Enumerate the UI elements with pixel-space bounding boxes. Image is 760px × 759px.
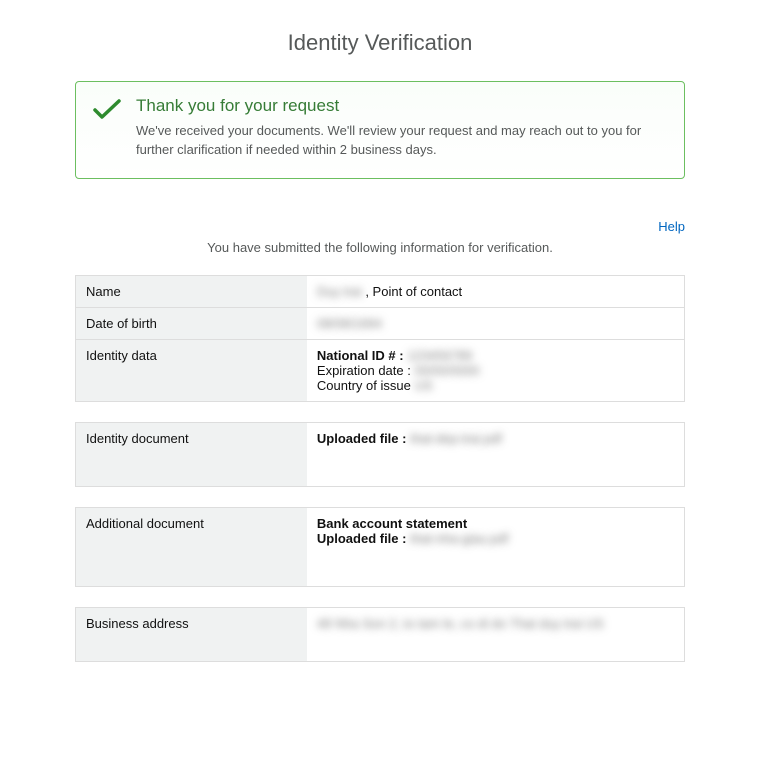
national-id-blurred: 123456789: [407, 348, 472, 363]
national-id-label: National ID # :: [317, 348, 407, 363]
identity-doc-table: Identity document Uploaded file : that-d…: [75, 422, 685, 487]
page-title: Identity Verification: [75, 30, 685, 56]
success-alert: Thank you for your request We've receive…: [75, 81, 685, 179]
uploaded-file-label-2: Uploaded file :: [317, 531, 410, 546]
biz-addr-line2: That duy trai: [510, 616, 582, 631]
additional-doc-label: Additional document: [76, 507, 307, 586]
additional-doc-type: Bank account statement: [317, 516, 674, 531]
table-row: Identity data National ID # : 123456789 …: [76, 339, 685, 401]
additional-doc-file: that-nha-giau.pdf: [410, 531, 508, 546]
table-row: Date of birth 08/08/1994: [76, 307, 685, 339]
intro-text: You have submitted the following informa…: [75, 240, 685, 255]
name-label: Name: [76, 275, 307, 307]
name-value-blurred: Duy trai: [317, 284, 362, 299]
basic-info-table: Name Duy trai , Point of contact Date of…: [75, 275, 685, 402]
expiration-blurred: 00/00/0000: [414, 363, 479, 378]
expiration-label: Expiration date :: [317, 363, 415, 378]
additional-doc-table: Additional document Bank account stateme…: [75, 507, 685, 587]
identity-label: Identity data: [76, 339, 307, 401]
table-row: Identity document Uploaded file : that-d…: [76, 422, 685, 486]
biz-addr-line1: 48 Nha Son 2, to tam le, co di do: [317, 616, 506, 631]
dob-value-blurred: 08/08/1994: [317, 316, 382, 331]
name-value: Duy trai , Point of contact: [307, 275, 685, 307]
identity-doc-value: Uploaded file : that-dep-trai.pdf: [307, 422, 685, 486]
dob-label: Date of birth: [76, 307, 307, 339]
biz-addr-line3: US: [586, 616, 604, 631]
dob-value: 08/08/1994: [307, 307, 685, 339]
business-address-table: Business address 48 Nha Son 2, to tam le…: [75, 607, 685, 662]
checkmark-icon: [92, 96, 122, 125]
table-row: Name Duy trai , Point of contact: [76, 275, 685, 307]
name-suffix: , Point of contact: [365, 284, 462, 299]
table-row: Business address 48 Nha Son 2, to tam le…: [76, 607, 685, 661]
success-text: We've received your documents. We'll rev…: [136, 122, 668, 160]
table-row: Additional document Bank account stateme…: [76, 507, 685, 586]
country-blurred: US: [414, 378, 432, 393]
country-label: Country of issue: [317, 378, 415, 393]
help-link[interactable]: Help: [658, 219, 685, 234]
identity-doc-file: that-dep-trai.pdf: [410, 431, 502, 446]
identity-value: National ID # : 123456789 Expiration dat…: [307, 339, 685, 401]
success-title: Thank you for your request: [136, 96, 668, 116]
identity-doc-label: Identity document: [76, 422, 307, 486]
biz-addr-label: Business address: [76, 607, 307, 661]
additional-doc-value: Bank account statement Uploaded file : t…: [307, 507, 685, 586]
biz-addr-value: 48 Nha Son 2, to tam le, co di do That d…: [307, 607, 685, 661]
uploaded-file-label: Uploaded file :: [317, 431, 410, 446]
